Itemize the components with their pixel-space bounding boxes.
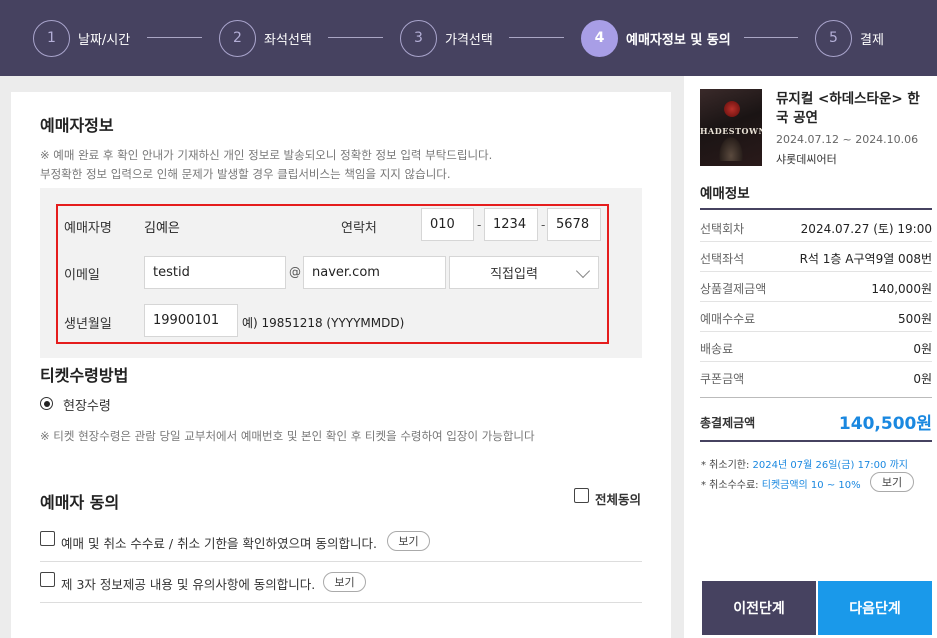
step-number: 1 [33,19,70,57]
booker-info-title: 예매자정보 [40,116,114,135]
cancel-fee-view-button[interactable]: 보기 [870,472,914,492]
phone-input-3[interactable]: 5678 [547,208,601,241]
next-step-button[interactable]: 다음단계 [818,581,932,635]
cancel-fee-note: * 취소수수료: 티켓금액의 10 ~ 10% [701,476,861,491]
info-key: 배송료 [700,342,734,356]
step-label: 가격선택 [445,32,493,48]
info-value: 500원 [898,312,932,326]
cancel-deadline-note: * 취소기한: 2024년 07월 26일(금) 17:00 까지 [701,456,908,471]
step-number: 3 [400,19,437,57]
performance-period: 2024.07.12 ~ 2024.10.06 [776,133,919,146]
email-domain-select[interactable]: 직접입력 [449,256,599,289]
step-connector [147,37,202,38]
ticket-method-title: 티켓수령방법 [40,366,129,385]
step-number: 5 [815,19,852,57]
info-key: 선택좌석 [700,252,745,266]
phone-dash: - [477,218,482,232]
step-number: 2 [219,19,256,57]
step-connector [328,37,383,38]
section-divider [700,397,932,398]
email-id-input[interactable]: testid [144,256,286,289]
step-4-active: 4 예매자정보 및 동의 [581,19,731,57]
info-value: R석 1층 A구역9열 008번 [799,252,932,266]
birth-input[interactable]: 19900101 [144,304,238,337]
onsite-pickup-label: 현장수령 [63,399,111,414]
info-value: 0원 [913,342,932,356]
step-1: 1 날짜/시간 [33,19,130,57]
step-label: 예매자정보 및 동의 [626,32,731,48]
info-row-price: 상품결제금액 140,000원 [700,272,932,302]
info-key: 쿠폰금액 [700,372,745,386]
chevron-down-icon [575,263,591,279]
section-divider [700,208,932,210]
email-label: 이메일 [64,268,100,283]
info-key: 선택회차 [700,222,745,236]
email-at-sign: @ [289,265,301,279]
phone-input-2[interactable]: 1234 [484,208,538,241]
onsite-pickup-radio[interactable] [40,397,53,410]
birth-example: 예) 19851218 (YYYYMMDD) [242,316,405,330]
info-row-session: 선택회차 2024.07.27 (토) 19:00 [700,212,932,242]
cancel-deadline-label: * 취소기한: [701,460,750,471]
info-row-fee: 예매수수료 500원 [700,302,932,332]
phone-dash: - [541,218,546,232]
rose-icon [724,101,740,117]
agreement-title: 예매자 동의 [40,493,120,512]
info-key: 예매수수료 [700,312,756,326]
agree-fee-label: 예매 및 취소 수수료 / 취소 기한을 확인하였으며 동의합니다. [61,536,377,551]
step-number: 4 [581,19,618,57]
section-divider [700,440,932,442]
info-row-shipping: 배송료 0원 [700,332,932,362]
ticket-notice: ※ 티켓 현장수령은 관람 당일 교부처에서 예매번호 및 본인 확인 후 티켓… [40,429,535,443]
info-key: 상품결제금액 [700,282,767,296]
booking-summary-sidebar: HADESTOWN 뮤지컬 <하데스타운> 한국 공연 2024.07.12 ~… [684,76,937,638]
name-label: 예매자명 [64,221,112,236]
divider [40,561,642,562]
step-label: 날짜/시간 [78,32,131,48]
agree-third-party-view-button[interactable]: 보기 [323,572,366,592]
info-value: 140,000원 [871,282,932,296]
name-value: 김예은 [144,221,180,236]
agree-third-party-label: 제 3자 정보제공 내용 및 유의사항에 동의합니다. [61,577,316,592]
step-progress-bar: 1 날짜/시간 2 좌석선택 3 가격선택 4 예매자정보 및 동의 5 결제 [0,0,937,76]
agree-all-checkbox[interactable] [574,488,589,503]
info-value: 2024.07.27 (토) 19:00 [800,222,932,236]
total-value: 140,500원 [838,414,932,434]
step-connector [744,37,798,38]
step-connector [509,37,564,38]
birth-label: 생년월일 [64,317,112,332]
main-panel: 예매자정보 ※ 예매 완료 후 확인 안내가 기재하신 개인 정보로 발송되오니… [11,92,671,638]
booker-notice-1: ※ 예매 완료 후 확인 안내가 기재하신 개인 정보로 발송되오니 정확한 정… [40,148,493,162]
phone-input-1[interactable]: 010 [421,208,474,241]
agree-third-party-checkbox[interactable] [40,572,55,587]
agree-fee-view-button[interactable]: 보기 [387,531,430,551]
cancel-fee-value: 티켓금액의 10 ~ 10% [761,480,861,491]
booking-info-title: 예매정보 [700,186,750,202]
agree-fee-checkbox[interactable] [40,531,55,546]
prev-step-button[interactable]: 이전단계 [702,581,816,635]
step-3: 3 가격선택 [400,19,493,57]
agree-all-label: 전체동의 [595,492,642,507]
total-label: 총결제금액 [700,416,756,430]
step-label: 결제 [860,32,884,48]
cancel-deadline-value: 2024년 07월 26일(금) 17:00 까지 [752,460,908,471]
performance-title: 뮤지컬 <하데스타운> 한국 공연 [776,91,920,126]
step-2: 2 좌석선택 [219,19,312,57]
cancel-fee-label: * 취소수수료: [701,480,759,491]
email-domain-input[interactable]: naver.com [303,256,446,289]
info-row-seat: 선택좌석 R석 1층 A구역9열 008번 [700,242,932,272]
phone-label: 연락처 [341,221,377,236]
step-label: 좌석선택 [264,32,312,48]
info-row-coupon: 쿠폰금액 0원 [700,362,932,392]
figure-icon [718,135,744,161]
email-select-value: 직접입력 [490,267,538,282]
poster-image: HADESTOWN [700,89,762,166]
step-5: 5 결제 [815,19,884,57]
divider [40,602,642,603]
performance-venue: 샤롯데씨어터 [776,153,837,166]
booker-notice-2: 부정확한 정보 입력으로 인해 문제가 발생할 경우 클립서비스는 책임을 지지… [40,167,451,181]
info-value: 0원 [913,372,932,386]
